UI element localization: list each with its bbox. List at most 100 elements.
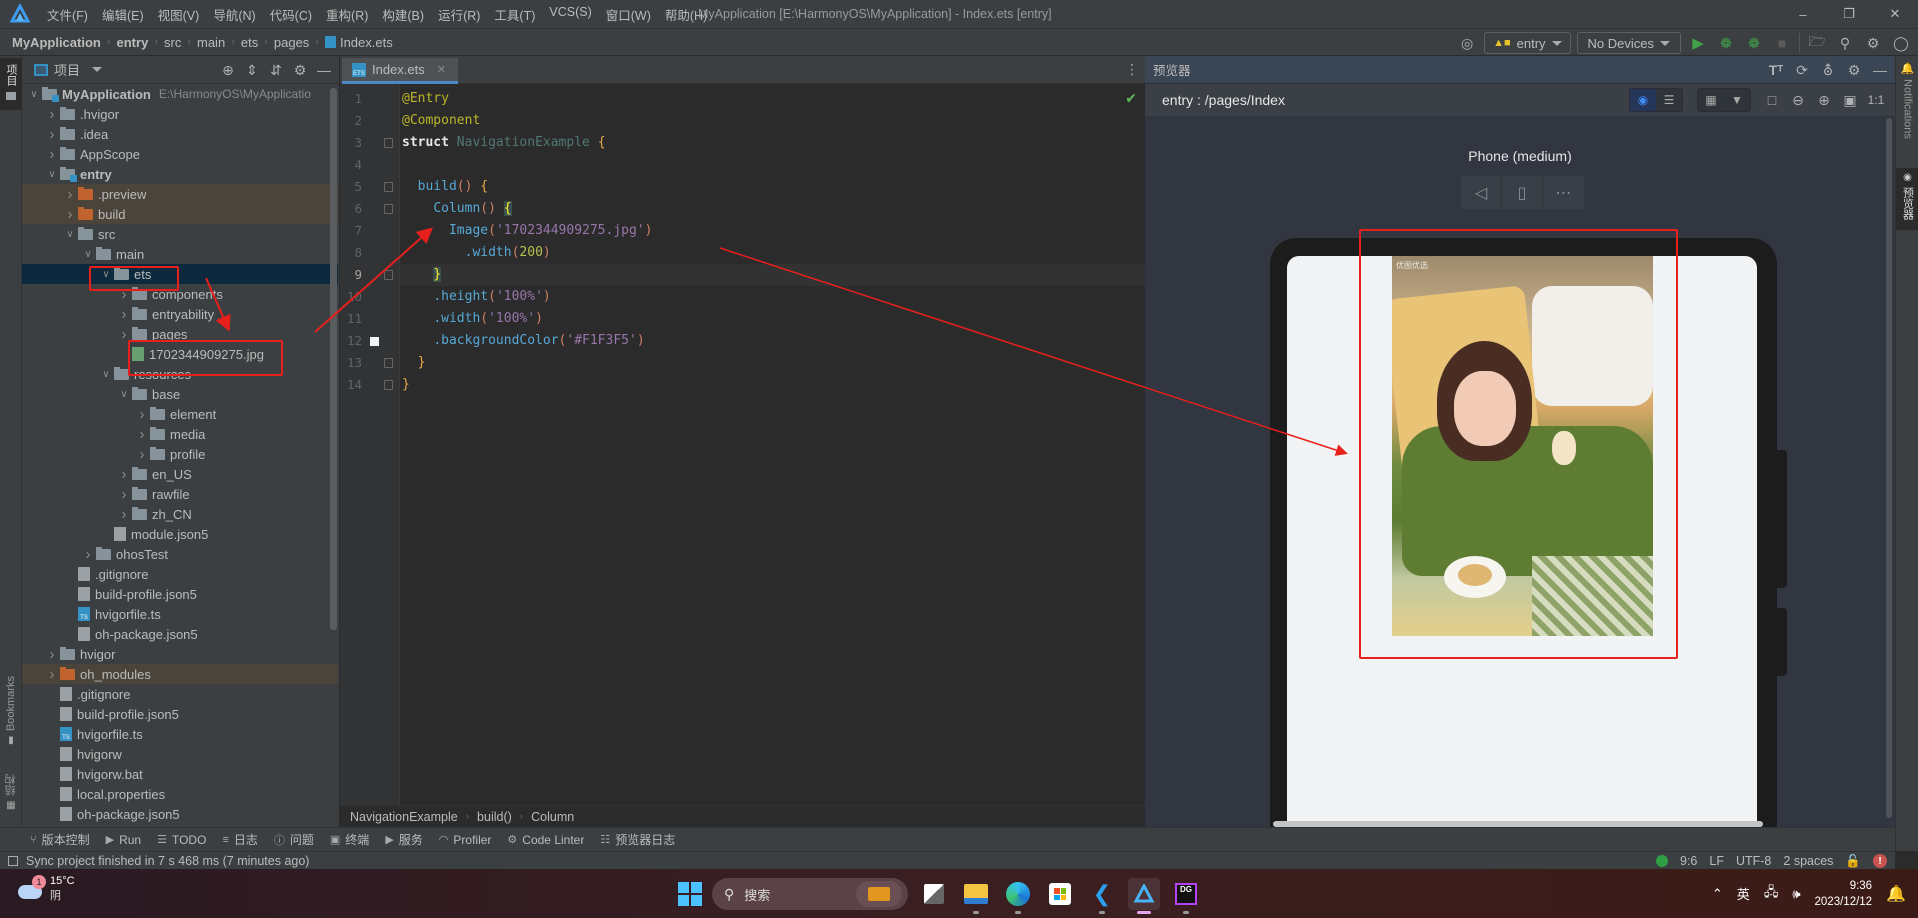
tree-item[interactable]: › entryability <box>22 304 338 324</box>
chevron-down-icon[interactable]: ∨ <box>44 169 60 180</box>
menu-item[interactable]: 视图(V) <box>151 5 207 24</box>
deveco-studio-icon[interactable] <box>1128 878 1160 914</box>
chevron-right-icon[interactable]: › <box>134 426 150 443</box>
breadcrumb-item[interactable]: MyApplication <box>12 35 101 50</box>
attach-debugger-icon[interactable]: ❁ <box>1743 32 1765 54</box>
fullscreen-icon[interactable]: ▣ <box>1839 89 1861 111</box>
more-options-icon[interactable]: ⋮ <box>1125 61 1139 78</box>
structure-tool-button[interactable]: 结构 ▦ <box>0 774 22 811</box>
collapse-all-icon[interactable]: ⇵ <box>265 59 287 81</box>
project-structure-icon[interactable]: 🗁 <box>1806 32 1828 54</box>
chevron-right-icon[interactable]: › <box>116 466 132 483</box>
inspection-ok-icon[interactable]: ✔ <box>1125 90 1137 107</box>
tree-item[interactable]: › build <box>22 204 338 224</box>
clock[interactable]: 9:36 2023/12/12 <box>1815 878 1873 910</box>
fold-marker-icon[interactable] <box>384 270 393 280</box>
tree-item[interactable]: › .idea <box>22 124 338 144</box>
menu-item[interactable]: 编辑(E) <box>95 5 151 24</box>
tree-item[interactable]: hvigorw.bat <box>22 764 338 784</box>
tool-tab-doc[interactable]: ☷ 预览器日志 <box>600 831 675 848</box>
tree-item[interactable]: › components <box>22 284 338 304</box>
select-opened-file-icon[interactable]: ⊕ <box>217 59 239 81</box>
chevron-right-icon[interactable]: › <box>62 206 78 223</box>
error-icon[interactable]: ! <box>1873 854 1887 868</box>
rotate-icon[interactable]: ▯ <box>1502 176 1543 209</box>
breadcrumb-item[interactable]: pages <box>274 35 309 50</box>
fold-marker-icon[interactable] <box>384 358 393 368</box>
tree-item[interactable]: › hvigor <box>22 644 338 664</box>
hide-icon[interactable]: — <box>313 59 335 81</box>
chevron-down-icon[interactable]: ∨ <box>98 369 114 380</box>
bookmarks-tool-button[interactable]: Bookmarks ▮ <box>0 676 22 746</box>
chevron-right-icon[interactable]: › <box>44 146 60 163</box>
fold-marker-icon[interactable] <box>384 182 393 192</box>
menu-item[interactable]: 文件(F) <box>40 5 95 24</box>
menu-item[interactable]: 工具(T) <box>487 5 542 24</box>
fold-marker-icon[interactable] <box>384 380 393 390</box>
tree-item[interactable]: › ohosTest <box>22 544 338 564</box>
tree-item[interactable]: TS hvigorfile.ts <box>22 724 338 744</box>
chevron-right-icon[interactable]: › <box>134 406 150 423</box>
menu-item[interactable]: 构建(B) <box>375 5 431 24</box>
chevron-up-icon[interactable]: ⌃ <box>1712 886 1723 902</box>
tree-item[interactable]: › pages <box>22 324 338 344</box>
menu-item[interactable]: 运行(R) <box>431 5 487 24</box>
run-config-select[interactable]: ▲■ entry <box>1484 32 1571 54</box>
chevron-right-icon[interactable]: › <box>44 106 60 123</box>
tree-item[interactable]: module.json5 <box>22 524 338 544</box>
code-breadcrumb-item[interactable]: build() <box>477 810 512 824</box>
volume-icon[interactable]: 🕪 <box>1792 886 1800 902</box>
tree-item[interactable]: hvigorw <box>22 744 338 764</box>
gear-icon[interactable]: ⚙ <box>1843 59 1865 81</box>
tool-tab-service[interactable]: ▶ 服务 <box>385 831 422 848</box>
indent-setting[interactable]: 2 spaces <box>1783 854 1833 868</box>
menu-item[interactable]: VCS(S) <box>542 5 598 24</box>
chevron-right-icon[interactable]: › <box>134 446 150 463</box>
gear-icon[interactable]: ⚙ <box>1862 32 1884 54</box>
plug-icon[interactable]: ⛢ <box>1817 59 1839 81</box>
tree-item[interactable]: ∨ entry <box>22 164 338 184</box>
minimize-button[interactable]: – <box>1780 0 1826 28</box>
tree-item[interactable]: › AppScope <box>22 144 338 164</box>
file-encoding[interactable]: UTF-8 <box>1736 854 1771 868</box>
tree-item[interactable]: .gitignore <box>22 564 338 584</box>
edge-icon[interactable] <box>1002 878 1034 914</box>
breadcrumb-item[interactable]: Index.ets <box>340 35 393 50</box>
taskbar-search[interactable]: ⚲ 搜索 <box>712 878 908 910</box>
locate-icon[interactable]: ◎ <box>1456 32 1478 54</box>
eye-icon[interactable]: ◉ <box>1630 89 1656 111</box>
more-icon[interactable]: ⋯ <box>1543 176 1584 209</box>
stop-icon[interactable]: ■ <box>1771 32 1793 54</box>
tree-item[interactable]: › oh_modules <box>22 664 338 684</box>
notifications-tool-button[interactable]: 🔔 Notifications <box>1896 62 1918 139</box>
task-view-icon[interactable] <box>918 878 950 910</box>
vscode-icon[interactable]: ❮ <box>1086 878 1118 914</box>
tool-tab-warning[interactable]: ⓘ 问题 <box>274 831 314 848</box>
store-icon[interactable] <box>1044 878 1076 910</box>
previewer-tool-button[interactable]: ◉ 预览器 <box>1896 168 1918 230</box>
tab-index-ets[interactable]: ETS Index.ets ✕ <box>342 58 458 84</box>
zoom-out-icon[interactable]: ⊖ <box>1787 89 1809 111</box>
tree-item[interactable]: › element <box>22 404 338 424</box>
chevron-right-icon[interactable]: › <box>116 326 132 343</box>
breadcrumb-item[interactable]: src <box>164 35 181 50</box>
chevron-right-icon[interactable]: › <box>116 506 132 523</box>
tree-item[interactable]: TS hvigorfile.ts <box>22 604 338 624</box>
phone-screen[interactable]: 优图优选 <box>1287 256 1757 831</box>
actual-size-button[interactable]: 1:1 <box>1865 89 1887 111</box>
preview-vertical-scrollbar[interactable] <box>1886 118 1892 818</box>
fold-marker-icon[interactable] <box>384 204 393 214</box>
menu-item[interactable]: 导航(N) <box>206 5 262 24</box>
line-separator[interactable]: LF <box>1709 854 1724 868</box>
breadcrumb-item[interactable]: entry <box>117 35 149 50</box>
tool-tab-play[interactable]: ▶ Run <box>106 833 141 847</box>
datagrip-icon[interactable]: DG <box>1170 878 1202 914</box>
notification-bell-icon[interactable]: 🔔 <box>1886 884 1906 904</box>
caret-position[interactable]: 9:6 <box>1680 854 1697 868</box>
zoom-in-icon[interactable]: ⊕ <box>1813 89 1835 111</box>
tree-item[interactable]: local.properties <box>22 784 338 804</box>
tree-item[interactable]: › media <box>22 424 338 444</box>
chevron-down-icon[interactable]: ∨ <box>80 249 96 260</box>
file-explorer-icon[interactable] <box>960 878 992 914</box>
tree-item[interactable]: build-profile.json5 <box>22 704 338 724</box>
